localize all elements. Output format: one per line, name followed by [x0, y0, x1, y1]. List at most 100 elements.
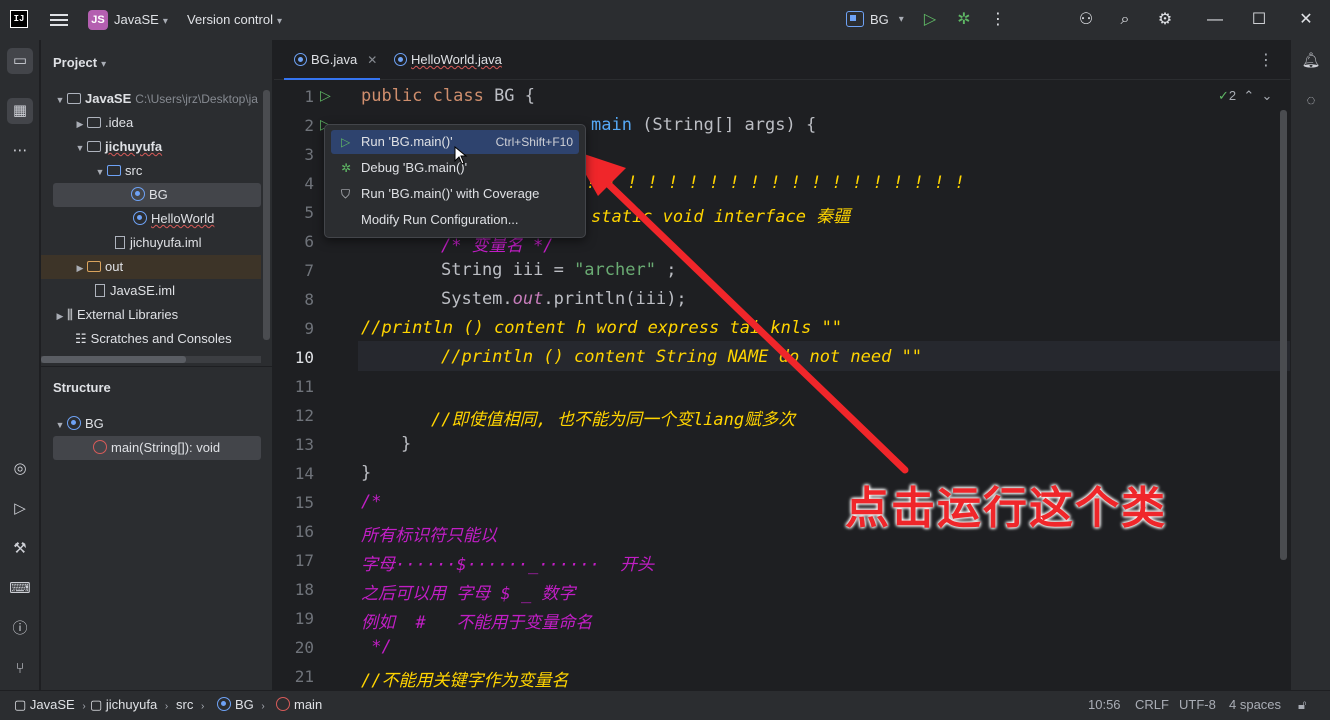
chevron-down-icon: ▾	[277, 16, 283, 27]
project-badge[interactable]: JS	[88, 10, 108, 30]
code-text: String iii =	[441, 260, 575, 280]
close-icon[interactable]: ✕	[1296, 10, 1316, 30]
ai-assistant-icon[interactable]: ◌	[1298, 88, 1324, 114]
tree-item-idea[interactable]: ▶ .idea	[41, 111, 261, 135]
project-panel-title[interactable]: Project ▾	[53, 55, 106, 70]
panel-divider[interactable]	[41, 366, 273, 367]
tree-item-external-libraries[interactable]: ▶ ⫼ External Libraries	[41, 303, 261, 327]
tab-helloworld-java[interactable]: HelloWorld.java	[384, 40, 514, 80]
comment-text: /* 变量名 */	[441, 236, 554, 256]
structure-item-bg[interactable]: ▼ BG	[41, 412, 261, 436]
breadcrumb-src[interactable]: src ›	[176, 691, 204, 720]
java-class-icon	[131, 187, 145, 201]
version-control-menu[interactable]: Version control ▾	[187, 12, 282, 27]
run-tool-icon[interactable]: ▷	[7, 496, 33, 522]
java-class-icon	[394, 53, 407, 66]
debug-icon[interactable]: ✲	[954, 10, 974, 30]
right-tool-strip: 🔔︎ ◌	[1290, 40, 1330, 690]
tree-item-jichuyufa-iml[interactable]: jichuyufa.iml	[41, 231, 261, 255]
menu-item-label: Modify Run Configuration...	[361, 212, 519, 227]
line-separator[interactable]: CRLF	[1135, 691, 1169, 719]
java-class-icon	[67, 416, 81, 430]
collapse-arrow-icon[interactable]: ▶	[73, 256, 87, 280]
check-icon: ✓	[1218, 88, 1229, 103]
git-icon[interactable]: ⑂	[7, 656, 33, 682]
close-tab-icon[interactable]: ✕	[367, 53, 377, 67]
breadcrumb-bg[interactable]: BG ›	[217, 691, 265, 720]
problems-icon[interactable]: ⓘ	[7, 616, 33, 642]
tree-item-label: JavaSE	[85, 91, 132, 106]
comment-text: //println () content String NAME do not …	[441, 347, 923, 367]
run-icon[interactable]: ▷	[920, 10, 940, 30]
project-panel: Project ▾ ▼ JavaSE C:\Users\jrz\Desktop\ja …	[41, 40, 273, 690]
structure-tool-icon[interactable]: ▦	[7, 98, 33, 124]
code-line-5: static void interface 秦疆	[591, 202, 850, 227]
file-encoding[interactable]: UTF-8	[1179, 691, 1216, 719]
expand-arrow-icon[interactable]: ▼	[93, 160, 107, 184]
build-hammer-icon[interactable]: ⚒	[7, 536, 33, 562]
chevron-up-icon[interactable]: ⌃	[1243, 88, 1254, 103]
horizontal-scrollbar-thumb[interactable]	[41, 356, 186, 363]
run-gutter-icon[interactable]: ▷	[320, 87, 331, 104]
tree-item-helloworld[interactable]: HelloWorld	[41, 207, 261, 231]
line-number: 3	[304, 145, 314, 164]
more-actions-icon[interactable]: ⋮	[988, 10, 1008, 30]
line-number: 4	[304, 174, 314, 193]
tab-bg-java[interactable]: BG.java ✕	[284, 40, 380, 80]
file-icon	[115, 236, 125, 249]
add-user-icon[interactable]: ⚇	[1076, 10, 1096, 30]
expand-arrow-icon[interactable]: ▼	[53, 88, 67, 112]
collapse-arrow-icon[interactable]: ▶	[73, 112, 87, 136]
maximize-icon[interactable]: ☐	[1249, 10, 1269, 30]
string-literal: "archer"	[574, 260, 656, 280]
annotation-text: 点击运行这个类	[845, 484, 1167, 533]
tree-item-src[interactable]: ▼ src	[41, 159, 261, 183]
caret-position[interactable]: 10:56	[1088, 691, 1121, 719]
code-text: }	[401, 434, 412, 454]
code-line-20: */	[361, 637, 391, 657]
tree-item-scratches[interactable]: ☷ Scratches and Consoles	[41, 327, 261, 351]
method-icon	[93, 440, 107, 454]
code-text: }	[361, 463, 372, 483]
line-number: 10	[294, 348, 314, 367]
main-menu-icon[interactable]	[50, 11, 68, 29]
comment-text: 所有标识符只能以	[361, 526, 497, 546]
run-config-selector[interactable]: BG ▾	[846, 11, 904, 27]
settings-gear-icon[interactable]: ⚙	[1155, 10, 1175, 30]
tree-item-bg[interactable]: BG	[53, 183, 261, 207]
excluded-folder-icon	[87, 261, 101, 272]
project-switcher[interactable]: JavaSE ▾	[114, 12, 168, 27]
tree-item-jichuyufa[interactable]: ▼ jichuyufa	[41, 135, 261, 159]
breadcrumb-javase[interactable]: ▢ JavaSE ›	[14, 691, 86, 720]
vertical-scrollbar[interactable]	[263, 90, 270, 340]
structure-panel-title: Structure	[53, 380, 111, 395]
expand-arrow-icon[interactable]: ▼	[73, 136, 87, 160]
terminal-icon[interactable]: ⌨	[7, 576, 33, 602]
more-tools-icon[interactable]: ⋯	[7, 138, 33, 164]
lock-icon[interactable]: 🔓︎	[1298, 691, 1306, 719]
expand-arrow-icon[interactable]: ▼	[53, 413, 67, 437]
line-number: 2	[304, 116, 314, 135]
tab-options-icon[interactable]: ⋮	[1258, 50, 1274, 70]
library-icon: ⫼	[67, 307, 73, 322]
search-icon[interactable]: ⌕	[1115, 10, 1135, 30]
chevron-down-icon[interactable]: ⌄	[1262, 88, 1273, 103]
editor-scrollbar[interactable]	[1280, 110, 1287, 560]
structure-item-main[interactable]: main(String[]): void	[53, 436, 261, 460]
project-tool-folder-icon[interactable]: ▭	[7, 48, 33, 74]
tree-item-javase-iml[interactable]: JavaSE.iml	[41, 279, 261, 303]
method-name: main	[591, 115, 632, 135]
menu-item-modify-run-config[interactable]: Modify Run Configuration...	[331, 208, 579, 232]
collapse-arrow-icon[interactable]: ▶	[53, 304, 67, 328]
breadcrumb-main[interactable]: main	[276, 691, 322, 719]
tree-item-javase[interactable]: ▼ JavaSE C:\Users\jrz\Desktop\ja	[41, 87, 261, 111]
menu-item-run-with-coverage[interactable]: ⛉ Run 'BG.main()' with Coverage	[331, 182, 579, 206]
notifications-bell-icon[interactable]: 🔔︎	[1298, 48, 1324, 74]
tree-item-out[interactable]: ▶ out	[41, 255, 261, 279]
services-icon[interactable]: ◎	[7, 456, 33, 482]
minimize-icon[interactable]: —	[1205, 10, 1225, 30]
breadcrumb-jichuyufa[interactable]: ▢ jichuyufa ›	[90, 691, 168, 720]
inspection-widget[interactable]: ✓2 ⌃ ⌄	[1218, 88, 1272, 104]
indent-setting[interactable]: 4 spaces	[1229, 691, 1281, 719]
line-number: 13	[294, 435, 314, 454]
